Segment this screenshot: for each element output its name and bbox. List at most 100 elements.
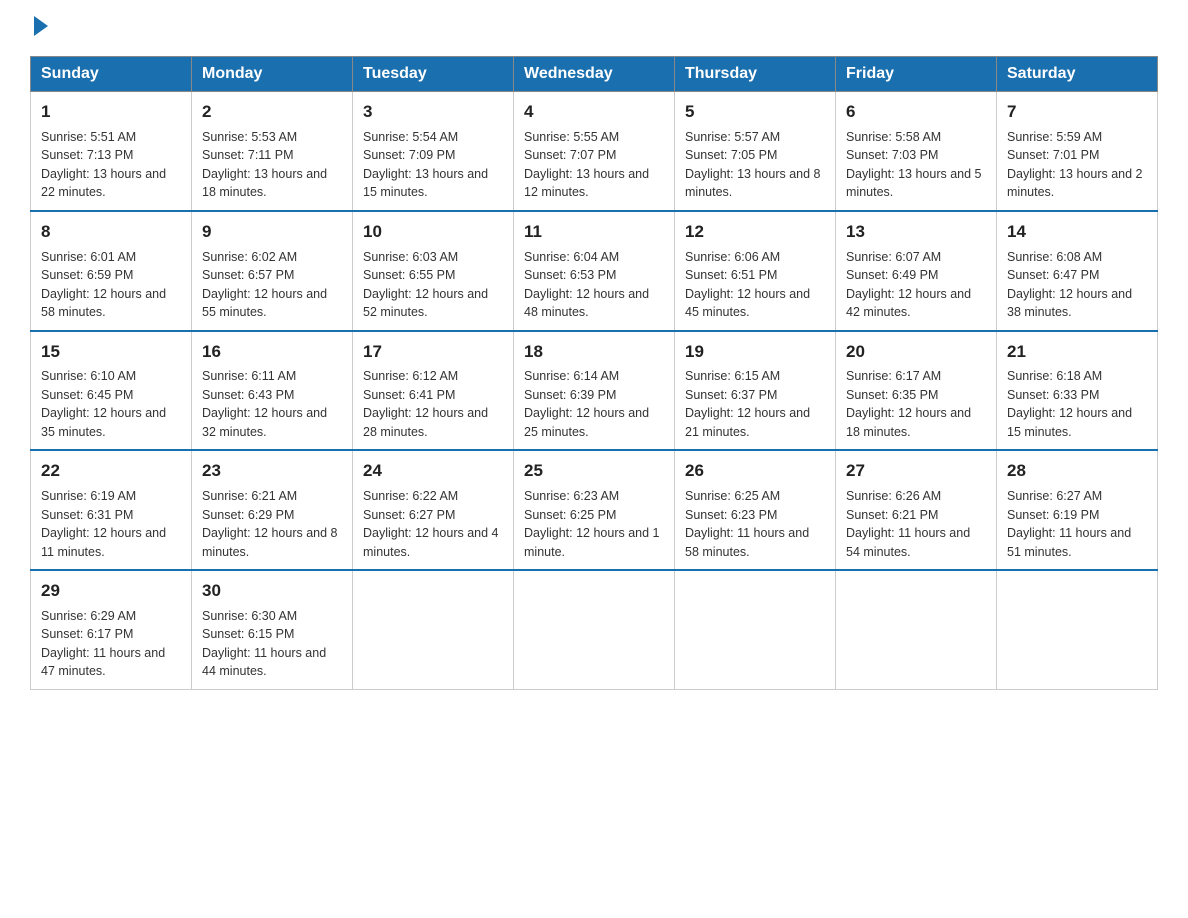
calendar-header-row: SundayMondayTuesdayWednesdayThursdayFrid… xyxy=(31,57,1158,92)
sunset-info: Sunset: 6:45 PM xyxy=(41,388,133,402)
sunrise-info: Sunrise: 6:06 AM xyxy=(685,250,780,264)
logo-triangle-icon xyxy=(34,16,48,36)
calendar-cell: 14 Sunrise: 6:08 AM Sunset: 6:47 PM Dayl… xyxy=(997,211,1158,331)
sunrise-info: Sunrise: 6:25 AM xyxy=(685,489,780,503)
sunset-info: Sunset: 7:03 PM xyxy=(846,148,938,162)
daylight-info: Daylight: 12 hours and 15 minutes. xyxy=(1007,406,1132,439)
day-number: 1 xyxy=(41,100,181,124)
day-number: 8 xyxy=(41,220,181,244)
header-monday: Monday xyxy=(192,57,353,92)
daylight-info: Daylight: 11 hours and 54 minutes. xyxy=(846,526,970,559)
calendar-cell: 22 Sunrise: 6:19 AM Sunset: 6:31 PM Dayl… xyxy=(31,450,192,570)
sunrise-info: Sunrise: 6:02 AM xyxy=(202,250,297,264)
day-number: 9 xyxy=(202,220,342,244)
sunset-info: Sunset: 7:09 PM xyxy=(363,148,455,162)
sunrise-info: Sunrise: 5:55 AM xyxy=(524,130,619,144)
daylight-info: Daylight: 13 hours and 2 minutes. xyxy=(1007,167,1143,200)
header-sunday: Sunday xyxy=(31,57,192,92)
daylight-info: Daylight: 12 hours and 21 minutes. xyxy=(685,406,810,439)
sunrise-info: Sunrise: 6:15 AM xyxy=(685,369,780,383)
day-number: 12 xyxy=(685,220,825,244)
calendar-cell: 16 Sunrise: 6:11 AM Sunset: 6:43 PM Dayl… xyxy=(192,331,353,451)
day-number: 19 xyxy=(685,340,825,364)
sunrise-info: Sunrise: 6:07 AM xyxy=(846,250,941,264)
calendar-cell: 7 Sunrise: 5:59 AM Sunset: 7:01 PM Dayli… xyxy=(997,92,1158,211)
daylight-info: Daylight: 12 hours and 42 minutes. xyxy=(846,287,971,320)
day-number: 26 xyxy=(685,459,825,483)
sunset-info: Sunset: 6:37 PM xyxy=(685,388,777,402)
calendar-cell: 10 Sunrise: 6:03 AM Sunset: 6:55 PM Dayl… xyxy=(353,211,514,331)
sunrise-info: Sunrise: 5:51 AM xyxy=(41,130,136,144)
daylight-info: Daylight: 13 hours and 22 minutes. xyxy=(41,167,166,200)
calendar-cell: 13 Sunrise: 6:07 AM Sunset: 6:49 PM Dayl… xyxy=(836,211,997,331)
calendar-cell: 9 Sunrise: 6:02 AM Sunset: 6:57 PM Dayli… xyxy=(192,211,353,331)
daylight-info: Daylight: 12 hours and 25 minutes. xyxy=(524,406,649,439)
sunrise-info: Sunrise: 5:54 AM xyxy=(363,130,458,144)
day-number: 29 xyxy=(41,579,181,603)
sunrise-info: Sunrise: 6:01 AM xyxy=(41,250,136,264)
calendar-cell: 4 Sunrise: 5:55 AM Sunset: 7:07 PM Dayli… xyxy=(514,92,675,211)
sunrise-info: Sunrise: 6:21 AM xyxy=(202,489,297,503)
sunrise-info: Sunrise: 6:03 AM xyxy=(363,250,458,264)
day-number: 10 xyxy=(363,220,503,244)
calendar-cell xyxy=(514,570,675,689)
logo xyxy=(30,20,50,36)
sunset-info: Sunset: 6:35 PM xyxy=(846,388,938,402)
calendar-cell: 27 Sunrise: 6:26 AM Sunset: 6:21 PM Dayl… xyxy=(836,450,997,570)
day-number: 16 xyxy=(202,340,342,364)
daylight-info: Daylight: 12 hours and 48 minutes. xyxy=(524,287,649,320)
sunset-info: Sunset: 6:57 PM xyxy=(202,268,294,282)
header-tuesday: Tuesday xyxy=(353,57,514,92)
calendar-cell: 26 Sunrise: 6:25 AM Sunset: 6:23 PM Dayl… xyxy=(675,450,836,570)
sunrise-info: Sunrise: 6:10 AM xyxy=(41,369,136,383)
day-number: 17 xyxy=(363,340,503,364)
day-number: 13 xyxy=(846,220,986,244)
daylight-info: Daylight: 12 hours and 55 minutes. xyxy=(202,287,327,320)
calendar-cell: 30 Sunrise: 6:30 AM Sunset: 6:15 PM Dayl… xyxy=(192,570,353,689)
sunset-info: Sunset: 6:49 PM xyxy=(846,268,938,282)
calendar-cell xyxy=(997,570,1158,689)
daylight-info: Daylight: 13 hours and 15 minutes. xyxy=(363,167,488,200)
calendar-table: SundayMondayTuesdayWednesdayThursdayFrid… xyxy=(30,56,1158,690)
daylight-info: Daylight: 11 hours and 44 minutes. xyxy=(202,646,326,679)
daylight-info: Daylight: 13 hours and 5 minutes. xyxy=(846,167,982,200)
week-row-3: 15 Sunrise: 6:10 AM Sunset: 6:45 PM Dayl… xyxy=(31,331,1158,451)
daylight-info: Daylight: 12 hours and 38 minutes. xyxy=(1007,287,1132,320)
calendar-cell: 25 Sunrise: 6:23 AM Sunset: 6:25 PM Dayl… xyxy=(514,450,675,570)
calendar-cell: 17 Sunrise: 6:12 AM Sunset: 6:41 PM Dayl… xyxy=(353,331,514,451)
sunset-info: Sunset: 6:33 PM xyxy=(1007,388,1099,402)
daylight-info: Daylight: 13 hours and 18 minutes. xyxy=(202,167,327,200)
day-number: 18 xyxy=(524,340,664,364)
daylight-info: Daylight: 12 hours and 35 minutes. xyxy=(41,406,166,439)
daylight-info: Daylight: 13 hours and 12 minutes. xyxy=(524,167,649,200)
day-number: 7 xyxy=(1007,100,1147,124)
sunrise-info: Sunrise: 6:27 AM xyxy=(1007,489,1102,503)
calendar-cell: 23 Sunrise: 6:21 AM Sunset: 6:29 PM Dayl… xyxy=(192,450,353,570)
sunset-info: Sunset: 6:31 PM xyxy=(41,508,133,522)
sunset-info: Sunset: 6:29 PM xyxy=(202,508,294,522)
sunrise-info: Sunrise: 6:11 AM xyxy=(202,369,296,383)
sunrise-info: Sunrise: 6:22 AM xyxy=(363,489,458,503)
sunset-info: Sunset: 6:23 PM xyxy=(685,508,777,522)
calendar-cell: 28 Sunrise: 6:27 AM Sunset: 6:19 PM Dayl… xyxy=(997,450,1158,570)
sunset-info: Sunset: 6:17 PM xyxy=(41,627,133,641)
daylight-info: Daylight: 13 hours and 8 minutes. xyxy=(685,167,821,200)
day-number: 14 xyxy=(1007,220,1147,244)
calendar-cell: 24 Sunrise: 6:22 AM Sunset: 6:27 PM Dayl… xyxy=(353,450,514,570)
daylight-info: Daylight: 12 hours and 8 minutes. xyxy=(202,526,338,559)
sunset-info: Sunset: 6:41 PM xyxy=(363,388,455,402)
day-number: 4 xyxy=(524,100,664,124)
calendar-cell: 29 Sunrise: 6:29 AM Sunset: 6:17 PM Dayl… xyxy=(31,570,192,689)
sunrise-info: Sunrise: 6:18 AM xyxy=(1007,369,1102,383)
sunset-info: Sunset: 6:53 PM xyxy=(524,268,616,282)
calendar-cell: 3 Sunrise: 5:54 AM Sunset: 7:09 PM Dayli… xyxy=(353,92,514,211)
calendar-cell: 20 Sunrise: 6:17 AM Sunset: 6:35 PM Dayl… xyxy=(836,331,997,451)
day-number: 24 xyxy=(363,459,503,483)
header-wednesday: Wednesday xyxy=(514,57,675,92)
sunset-info: Sunset: 6:15 PM xyxy=(202,627,294,641)
calendar-cell xyxy=(836,570,997,689)
sunset-info: Sunset: 6:43 PM xyxy=(202,388,294,402)
sunrise-info: Sunrise: 6:23 AM xyxy=(524,489,619,503)
sunset-info: Sunset: 6:27 PM xyxy=(363,508,455,522)
calendar-cell: 1 Sunrise: 5:51 AM Sunset: 7:13 PM Dayli… xyxy=(31,92,192,211)
